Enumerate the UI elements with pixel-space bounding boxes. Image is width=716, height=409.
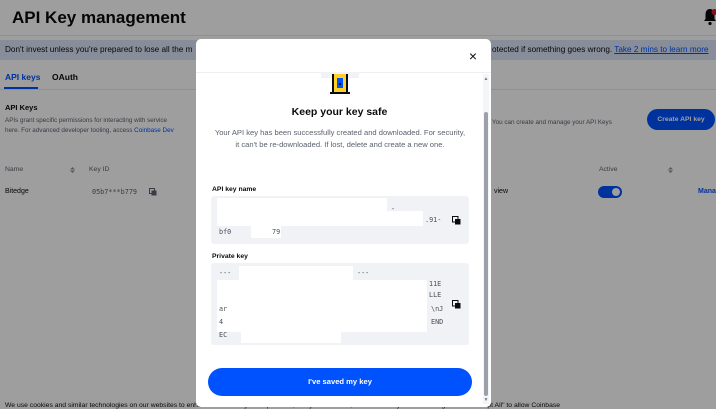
scroll-down-icon[interactable]: ▼ — [483, 397, 489, 403]
lock-icon — [321, 72, 359, 94]
api-key-name-field[interactable]: - .91- bf0 79 — [211, 196, 469, 244]
modal-scrollbar-thumb[interactable] — [484, 112, 488, 396]
scroll-up-icon[interactable]: ▲ — [483, 76, 489, 82]
private-key-label: Private key — [212, 253, 248, 260]
saved-key-button[interactable]: I've saved my key — [208, 368, 472, 396]
private-key-field[interactable]: --- --- 11E LLE ar \nJ 4 END EC — [211, 263, 469, 345]
close-icon[interactable]: × — [466, 49, 480, 63]
api-key-name-label: API key name — [212, 186, 257, 193]
copy-icon[interactable] — [452, 300, 461, 309]
modal-title: Keep your key safe — [291, 106, 388, 118]
modal-description: Your API key has been successfully creat… — [214, 128, 466, 150]
copy-icon[interactable] — [452, 216, 461, 225]
